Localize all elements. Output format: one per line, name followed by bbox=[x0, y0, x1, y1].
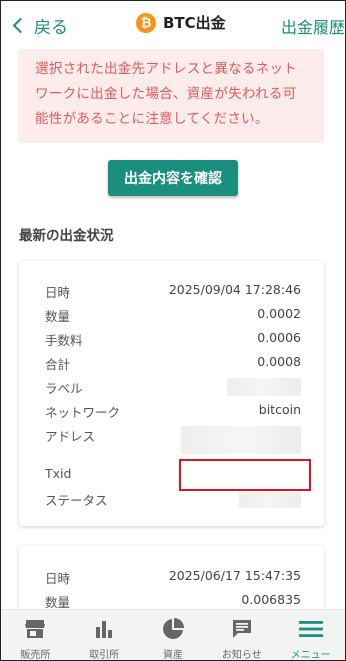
nav-label: メニュー bbox=[290, 650, 331, 661]
menu-icon bbox=[298, 618, 323, 640]
warning-line: ワークに出金した場合、資産が失われる可 bbox=[35, 86, 297, 102]
nav-item-exchange[interactable]: 取引所 bbox=[70, 610, 139, 661]
tag-label: ラベル bbox=[45, 381, 83, 396]
total-value: 0.0008 bbox=[257, 354, 301, 369]
chevron-left-icon bbox=[12, 17, 29, 34]
confirm-withdrawal-button[interactable]: 出金内容を確認 bbox=[108, 160, 238, 196]
redacted-status bbox=[239, 492, 301, 508]
message-icon bbox=[231, 618, 253, 640]
bitcoin-icon: ₿ bbox=[136, 12, 156, 33]
store-icon bbox=[24, 618, 46, 640]
nav-label: 販売所 bbox=[20, 650, 51, 661]
withdrawal-card: 日時 2025/09/04 17:28:46 数量 0.0002 手数料 0.0… bbox=[19, 261, 324, 526]
warning-line: 選択された出金先アドレスと異なるネット bbox=[35, 61, 298, 77]
withdrawal-history-link[interactable]: 出金履歴 bbox=[281, 14, 345, 38]
fee-value: 0.0006 bbox=[257, 330, 301, 345]
pie-chart-icon bbox=[162, 618, 184, 640]
txid-label: Txid bbox=[45, 466, 72, 481]
nav-label: 取引所 bbox=[89, 650, 120, 661]
section-title: 最新の出金状況 bbox=[19, 228, 114, 244]
amount-value: 0.006835 bbox=[241, 592, 301, 607]
datetime-label: 日時 bbox=[45, 285, 71, 300]
txid-highlight-box bbox=[179, 459, 311, 491]
header: 戻る ₿ BTC出金 出金履歴 bbox=[1, 1, 345, 49]
status-label: ステータス bbox=[45, 493, 108, 508]
total-label: 合計 bbox=[45, 357, 71, 372]
back-label: 戻る bbox=[34, 18, 68, 38]
warning-line: 能性があることに注意してください。 bbox=[35, 111, 269, 127]
datetime-label: 日時 bbox=[45, 571, 71, 586]
amount-value: 0.0002 bbox=[257, 306, 301, 321]
nav-label: お知らせ bbox=[221, 650, 262, 661]
nav-item-menu[interactable]: メニュー bbox=[276, 610, 345, 661]
page-title-text: BTC出金 bbox=[163, 14, 226, 32]
datetime-value: 2025/09/04 17:28:46 bbox=[168, 282, 301, 297]
back-button[interactable]: 戻る bbox=[11, 13, 68, 38]
amount-label: 数量 bbox=[45, 309, 71, 324]
address-label: アドレス bbox=[45, 429, 96, 444]
nav-item-notices[interactable]: お知らせ bbox=[207, 610, 276, 661]
network-value: bitcoin bbox=[258, 402, 301, 417]
nav-item-assets[interactable]: 資産 bbox=[139, 610, 208, 661]
page-title: ₿ BTC出金 bbox=[136, 12, 226, 33]
redacted-value bbox=[227, 378, 301, 396]
bottom-nav: 販売所 取引所 資産 お知らせ メニュー bbox=[1, 609, 345, 660]
nav-label: 資産 bbox=[162, 650, 183, 661]
app-frame: 戻る ₿ BTC出金 出金履歴 選択された出金先アドレスと異なるネット ワークに… bbox=[0, 0, 346, 661]
nav-item-store[interactable]: 販売所 bbox=[1, 610, 70, 661]
datetime-value: 2025/06/17 15:47:35 bbox=[168, 568, 301, 583]
bar-chart-icon bbox=[94, 618, 114, 640]
network-warning: 選択された出金先アドレスと異なるネット ワークに出金した場合、資産が失われる可 … bbox=[18, 49, 324, 143]
fee-label: 手数料 bbox=[45, 333, 83, 348]
network-label: ネットワーク bbox=[45, 405, 121, 420]
redacted-address bbox=[181, 426, 301, 454]
